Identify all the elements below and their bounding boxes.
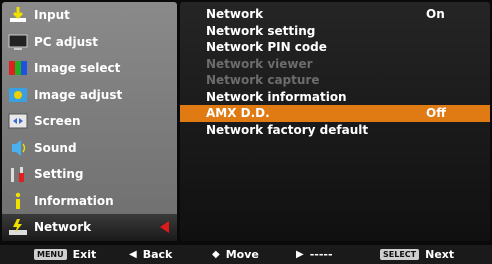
menu-row-network-setting[interactable]: Network setting bbox=[180, 23, 490, 40]
forward-label: ----- bbox=[309, 248, 333, 261]
input-icon bbox=[7, 5, 29, 25]
menu-row-network-information[interactable]: Network information bbox=[180, 89, 490, 106]
menu-row-label: AMX D.D. bbox=[206, 106, 270, 120]
sidebar-item-image-select[interactable]: Image select bbox=[2, 55, 177, 82]
exit-label: Exit bbox=[72, 248, 97, 261]
menu-row-label: Network viewer bbox=[206, 56, 313, 71]
menu-key-icon: MENU bbox=[34, 249, 67, 260]
menu-row-network-viewer: Network viewer bbox=[180, 56, 490, 73]
menu-row-label: Network PIN code bbox=[206, 40, 327, 54]
next-label: Next bbox=[425, 248, 455, 261]
pc-adjust-icon bbox=[7, 32, 29, 52]
screen-icon bbox=[7, 111, 29, 131]
network-menu-panel: Network On Network setting Network PIN c… bbox=[180, 2, 490, 241]
setting-icon bbox=[7, 164, 29, 184]
sidebar-item-information[interactable]: Information bbox=[2, 188, 177, 215]
arrow-left-icon: ◀ bbox=[129, 249, 137, 260]
sidebar-item-label: Sound bbox=[34, 140, 77, 155]
sidebar-item-label: Network bbox=[34, 220, 92, 235]
information-icon bbox=[7, 191, 29, 211]
menu-row-value: On bbox=[426, 7, 445, 21]
menu-row-network-pin-code[interactable]: Network PIN code bbox=[180, 39, 490, 56]
sidebar-item-pc-adjust[interactable]: PC adjust bbox=[2, 29, 177, 56]
back-label: Back bbox=[142, 248, 173, 261]
menu-row-label: Network information bbox=[206, 89, 347, 104]
sidebar-item-image-adjust[interactable]: Image adjust bbox=[2, 82, 177, 109]
network-icon bbox=[7, 217, 29, 237]
sidebar-item-label: Screen bbox=[34, 114, 81, 129]
arrow-up-down-icon: ◆ bbox=[212, 249, 220, 260]
sidebar-item-input[interactable]: Input bbox=[2, 2, 177, 29]
sidebar-item-sound[interactable]: Sound bbox=[2, 135, 177, 162]
sidebar-item-label: Setting bbox=[34, 167, 84, 182]
menu-row-value: Off bbox=[426, 106, 446, 120]
active-pointer-icon bbox=[160, 221, 169, 233]
sound-icon bbox=[7, 138, 29, 158]
sidebar-item-network[interactable]: Network bbox=[2, 214, 177, 241]
menu-row-amx-dd[interactable]: AMX D.D. Off bbox=[180, 105, 490, 122]
move-label: Move bbox=[225, 248, 259, 261]
sidebar-item-label: Image select bbox=[34, 61, 121, 76]
menu-row-network[interactable]: Network On bbox=[180, 6, 490, 23]
menu-row-network-capture: Network capture bbox=[180, 72, 490, 89]
image-adjust-icon bbox=[7, 85, 29, 105]
menu-row-label: Network bbox=[206, 7, 264, 21]
exit-hint[interactable]: MENU Exit bbox=[34, 248, 96, 261]
menu-row-label: Network factory default bbox=[206, 122, 369, 137]
sidebar-item-label: Input bbox=[34, 8, 70, 23]
next-hint[interactable]: SELECT Next bbox=[380, 248, 454, 261]
projector-osd: Input PC adjust Image select Image adjus… bbox=[0, 0, 492, 264]
sidebar-item-label: Image adjust bbox=[34, 87, 123, 102]
move-hint: ◆ Move bbox=[212, 248, 259, 261]
sidebar-item-label: PC adjust bbox=[34, 34, 99, 49]
back-hint[interactable]: ◀ Back bbox=[129, 248, 172, 261]
menu-row-network-factory-default[interactable]: Network factory default bbox=[180, 122, 490, 139]
sidebar: Input PC adjust Image select Image adjus… bbox=[2, 2, 177, 241]
select-key-icon: SELECT bbox=[380, 249, 420, 260]
menu-row-label: Network capture bbox=[206, 73, 320, 87]
forward-hint: ▶ ----- bbox=[296, 248, 333, 261]
menu-row-label: Network setting bbox=[206, 23, 316, 38]
footer-hints: MENU Exit ◀ Back ◆ Move ▶ ----- SELECT N… bbox=[0, 245, 492, 264]
image-select-icon bbox=[7, 58, 29, 78]
sidebar-item-setting[interactable]: Setting bbox=[2, 161, 177, 188]
sidebar-item-label: Information bbox=[34, 193, 114, 208]
sidebar-item-screen[interactable]: Screen bbox=[2, 108, 177, 135]
arrow-right-icon: ▶ bbox=[296, 249, 304, 260]
